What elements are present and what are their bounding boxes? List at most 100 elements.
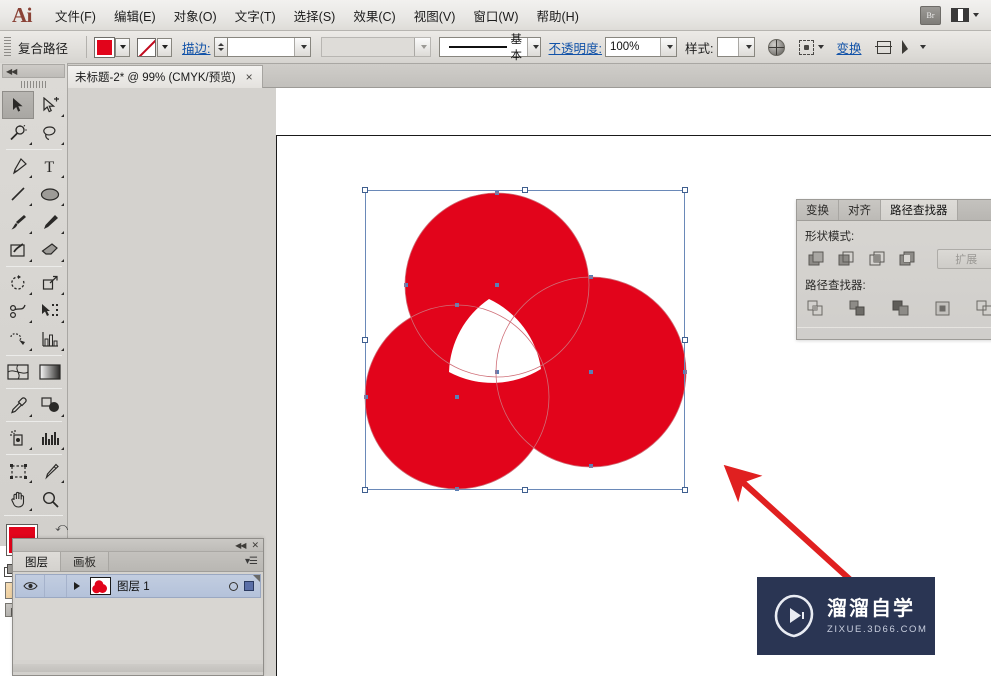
- intersect-button[interactable]: [866, 248, 888, 270]
- symbol-sprayer-tool[interactable]: [2, 424, 34, 452]
- stroke-dropdown-button[interactable]: [157, 37, 173, 57]
- selection-bounding-box[interactable]: [362, 187, 688, 493]
- trim-button[interactable]: [847, 297, 869, 319]
- target-circle-icon[interactable]: [229, 581, 238, 591]
- handle-mid-left[interactable]: [362, 337, 368, 343]
- table-row[interactable]: 图层 1: [15, 574, 261, 598]
- opacity-dropdown[interactable]: [659, 38, 676, 56]
- brush-definition-select[interactable]: 基本: [438, 34, 541, 62]
- ellipse-tool[interactable]: [34, 180, 66, 208]
- handle-bottom-right[interactable]: [682, 487, 688, 493]
- pencil-tool[interactable]: [34, 208, 66, 236]
- blob-brush-tool[interactable]: [2, 236, 34, 264]
- crop-button[interactable]: [932, 297, 954, 319]
- workspace-switcher-button[interactable]: [951, 8, 979, 22]
- collapse-icon[interactable]: ◀◀: [235, 541, 246, 550]
- slice-tool[interactable]: [34, 457, 66, 485]
- menu-window[interactable]: 窗口(W): [464, 3, 527, 28]
- menu-effect[interactable]: 效果(C): [344, 3, 404, 28]
- document-setup-icon[interactable]: [768, 38, 786, 56]
- graphic-style-select[interactable]: [717, 37, 756, 57]
- handle-top-right[interactable]: [682, 187, 688, 193]
- blend-tool[interactable]: [34, 391, 66, 419]
- lasso-tool[interactable]: [34, 119, 66, 147]
- layers-panel-titlebar[interactable]: ◀◀ ✕: [13, 539, 263, 552]
- menu-select[interactable]: 选择(S): [285, 3, 345, 28]
- document-tab[interactable]: 未标题-2* @ 99% (CMYK/预览) ×: [62, 65, 263, 88]
- menu-help[interactable]: 帮助(H): [528, 3, 588, 28]
- style-dropdown[interactable]: [738, 38, 755, 56]
- lock-toggle[interactable]: [44, 575, 66, 597]
- opacity-label[interactable]: 不透明度:: [549, 38, 602, 57]
- visibility-toggle-icon[interactable]: [16, 581, 44, 591]
- stroke-weight-input[interactable]: [226, 37, 311, 57]
- handle-top-left[interactable]: [362, 187, 368, 193]
- selection-indicator-icon[interactable]: [244, 581, 254, 591]
- column-graph-tool[interactable]: [34, 424, 66, 452]
- artboard-tool[interactable]: [2, 457, 34, 485]
- profile-dropdown[interactable]: [413, 38, 430, 56]
- rotate-tool[interactable]: [2, 269, 34, 297]
- tools-panel-grip[interactable]: [0, 80, 67, 89]
- eyedropper-tool[interactable]: [2, 391, 34, 419]
- stroke-weight-dropdown[interactable]: [293, 38, 310, 56]
- handle-top-center[interactable]: [522, 187, 528, 193]
- type-tool[interactable]: T: [34, 152, 66, 180]
- scale-tool[interactable]: [34, 269, 66, 297]
- fill-dropdown-button[interactable]: [115, 37, 131, 57]
- stroke-weight-stepper[interactable]: [213, 37, 227, 57]
- tab-artboards[interactable]: 画板: [61, 552, 109, 571]
- bridge-icon[interactable]: Br: [920, 5, 941, 25]
- unite-button[interactable]: [805, 248, 827, 270]
- brush-dropdown[interactable]: [527, 38, 540, 56]
- stroke-weight-label[interactable]: 描边:: [182, 38, 210, 57]
- width-tool[interactable]: [2, 297, 34, 325]
- outline-button[interactable]: [974, 297, 991, 319]
- handle-mid-right[interactable]: [682, 337, 688, 343]
- mesh-tool[interactable]: [2, 358, 34, 386]
- swap-fill-stroke-icon[interactable]: ⤺: [55, 520, 68, 535]
- handle-bottom-left[interactable]: [362, 487, 368, 493]
- graph-tool[interactable]: [34, 325, 66, 353]
- zoom-tool[interactable]: [34, 485, 66, 513]
- tab-align[interactable]: 对齐: [839, 200, 881, 220]
- divide-button[interactable]: [805, 297, 827, 319]
- gradient-tool[interactable]: [34, 358, 66, 386]
- transform-link[interactable]: 变换: [836, 38, 861, 57]
- align-icon[interactable]: [875, 40, 893, 54]
- tab-pathfinder[interactable]: 路径查找器: [881, 200, 958, 220]
- selection-tool[interactable]: [2, 91, 34, 119]
- stroke-color-swatch[interactable]: [137, 37, 157, 57]
- fill-swatch-group[interactable]: [94, 36, 131, 58]
- merge-button[interactable]: [889, 297, 911, 319]
- magic-wand-tool[interactable]: [2, 119, 34, 147]
- close-icon[interactable]: ✕: [251, 540, 259, 551]
- tab-layers[interactable]: 图层: [13, 552, 61, 571]
- close-icon[interactable]: ×: [246, 70, 253, 84]
- opacity-input[interactable]: 100%: [604, 37, 677, 57]
- layer-name[interactable]: 图层 1: [117, 578, 150, 594]
- stroke-swatch-group[interactable]: [137, 37, 173, 57]
- paintbrush-tool[interactable]: [2, 208, 34, 236]
- select-similar-button[interactable]: [902, 40, 927, 54]
- variable-width-profile-select[interactable]: [320, 37, 431, 57]
- tools-panel-header[interactable]: ◀◀: [2, 64, 65, 78]
- controlbar-grip[interactable]: [4, 36, 11, 58]
- exclude-button[interactable]: [896, 248, 918, 270]
- pen-tool[interactable]: [2, 152, 34, 180]
- menu-edit[interactable]: 编辑(E): [105, 3, 165, 28]
- fill-color-swatch[interactable]: [94, 36, 116, 58]
- collapse-icon[interactable]: ◀◀: [6, 67, 17, 76]
- tab-transform[interactable]: 变换: [797, 200, 839, 220]
- menu-view[interactable]: 视图(V): [405, 3, 465, 28]
- minus-front-button[interactable]: [835, 248, 857, 270]
- handle-bottom-center[interactable]: [522, 487, 528, 493]
- expand-layer-icon[interactable]: [66, 575, 86, 597]
- shape-builder-tool[interactable]: [2, 325, 34, 353]
- hand-tool[interactable]: [2, 485, 34, 513]
- free-transform-tool[interactable]: [34, 297, 66, 325]
- eraser-tool[interactable]: [34, 236, 66, 264]
- isolate-selected-button[interactable]: [799, 39, 825, 55]
- line-segment-tool[interactable]: [2, 180, 34, 208]
- menu-type[interactable]: 文字(T): [226, 3, 285, 28]
